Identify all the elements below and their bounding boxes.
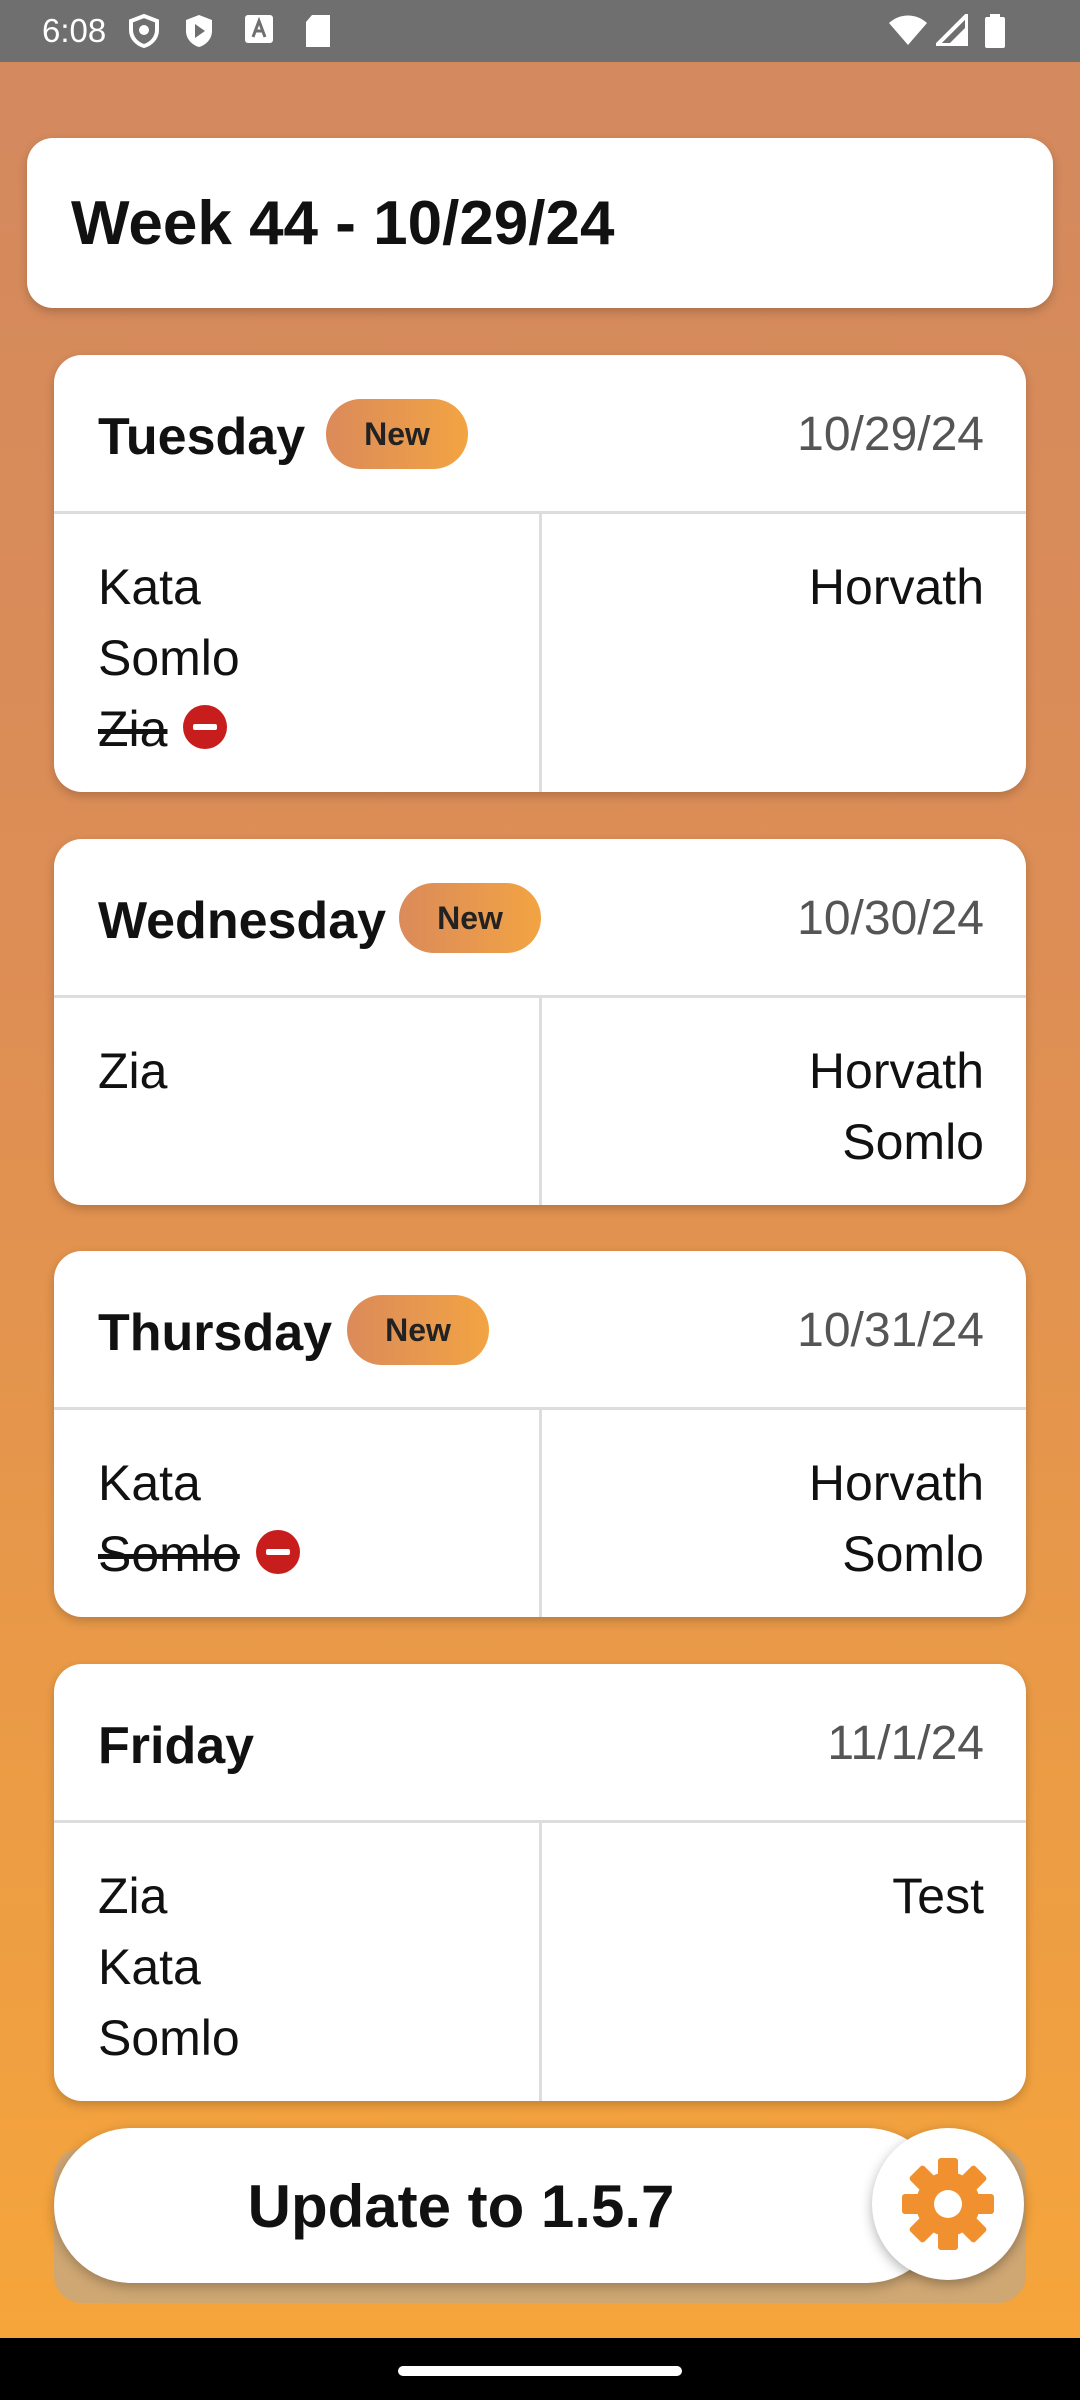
day-date: 10/29/24: [797, 408, 984, 461]
day-card-header: Friday 11/1/24: [54, 1664, 1026, 1823]
right-column: Horvath Somlo: [809, 1036, 984, 1178]
person-name[interactable]: Horvath: [809, 1036, 984, 1107]
text-icon: [245, 15, 273, 43]
person-name[interactable]: Test: [892, 1861, 984, 1932]
left-column: Zia Kata Somlo: [98, 1861, 240, 2074]
person-name[interactable]: Somlo: [809, 1107, 984, 1178]
person-name[interactable]: Somlo: [98, 2003, 240, 2074]
right-column: Horvath: [809, 552, 984, 623]
day-card-thursday[interactable]: Thursday New 10/31/24 Kata Somlo Horvath…: [54, 1251, 1026, 1617]
person-name[interactable]: Zia: [98, 1861, 240, 1932]
column-divider: [539, 514, 542, 792]
day-card-body: Kata Somlo Horvath Somlo: [54, 1410, 1026, 1617]
status-bar: 6:08: [0, 0, 1080, 62]
column-divider: [539, 1823, 542, 2101]
left-column: Kata Somlo: [98, 1448, 300, 1590]
week-header-card: Week 44 - 10/29/24: [27, 138, 1053, 308]
new-badge: New: [326, 399, 468, 469]
update-button-label: Update to 1.5.7: [247, 2173, 675, 2240]
person-name[interactable]: Horvath: [809, 552, 984, 623]
person-name-removed[interactable]: Zia: [98, 694, 240, 765]
day-name: Thursday: [98, 1304, 333, 1362]
gear-icon: [902, 2158, 994, 2250]
left-column: Kata Somlo Zia: [98, 552, 240, 765]
column-divider: [539, 1410, 542, 1617]
day-name: Wednesday: [98, 892, 387, 950]
day-card-body: Kata Somlo Zia Horvath: [54, 514, 1026, 792]
signal-icon: [936, 14, 968, 46]
settings-button[interactable]: [872, 2128, 1024, 2280]
day-date: 11/1/24: [827, 1717, 984, 1770]
day-card-header: Thursday New 10/31/24: [54, 1251, 1026, 1410]
person-name[interactable]: Kata: [98, 552, 240, 623]
person-name[interactable]: Kata: [98, 1448, 300, 1519]
right-column: Horvath Somlo: [809, 1448, 984, 1590]
day-card-header: Tuesday New 10/29/24: [54, 355, 1026, 514]
day-card-body: Zia Kata Somlo Test: [54, 1823, 1026, 2101]
day-card-tuesday[interactable]: Tuesday New 10/29/24 Kata Somlo Zia Horv…: [54, 355, 1026, 792]
person-name[interactable]: Horvath: [809, 1448, 984, 1519]
day-date: 10/31/24: [797, 1304, 984, 1357]
column-divider: [539, 998, 542, 1205]
day-card-wednesday[interactable]: Wednesday New 10/30/24 Zia Horvath Somlo: [54, 839, 1026, 1205]
remove-icon[interactable]: [183, 704, 228, 749]
shield-icon: [129, 14, 159, 48]
person-name[interactable]: Kata: [98, 1932, 240, 2003]
new-badge: New: [347, 1295, 489, 1365]
day-card-friday[interactable]: Friday 11/1/24 Zia Kata Somlo Test: [54, 1664, 1026, 2101]
new-badge: New: [399, 883, 541, 953]
day-name: Friday: [98, 1717, 255, 1775]
person-name[interactable]: Somlo: [98, 623, 240, 694]
status-time: 6:08: [42, 12, 107, 49]
week-title: Week 44 - 10/29/24: [71, 189, 615, 258]
person-name[interactable]: Zia: [98, 1036, 167, 1107]
left-column: Zia: [98, 1036, 167, 1107]
day-card-header: Wednesday New 10/30/24: [54, 839, 1026, 998]
person-name[interactable]: Somlo: [809, 1519, 984, 1590]
sd-card-icon: [306, 15, 330, 47]
wifi-icon: [889, 15, 927, 45]
navigation-bar: [0, 2338, 1080, 2400]
person-name-removed[interactable]: Somlo: [98, 1519, 300, 1590]
day-card-body: Zia Horvath Somlo: [54, 998, 1026, 1205]
right-column: Test: [892, 1861, 984, 1932]
remove-icon[interactable]: [255, 1529, 300, 1574]
battery-icon: [985, 14, 1005, 48]
update-button[interactable]: Update to 1.5.7: [54, 2128, 944, 2283]
home-gesture-handle[interactable]: [398, 2366, 682, 2376]
day-name: Tuesday: [98, 408, 306, 466]
day-date: 10/30/24: [797, 892, 984, 945]
play-icon: [186, 15, 212, 47]
